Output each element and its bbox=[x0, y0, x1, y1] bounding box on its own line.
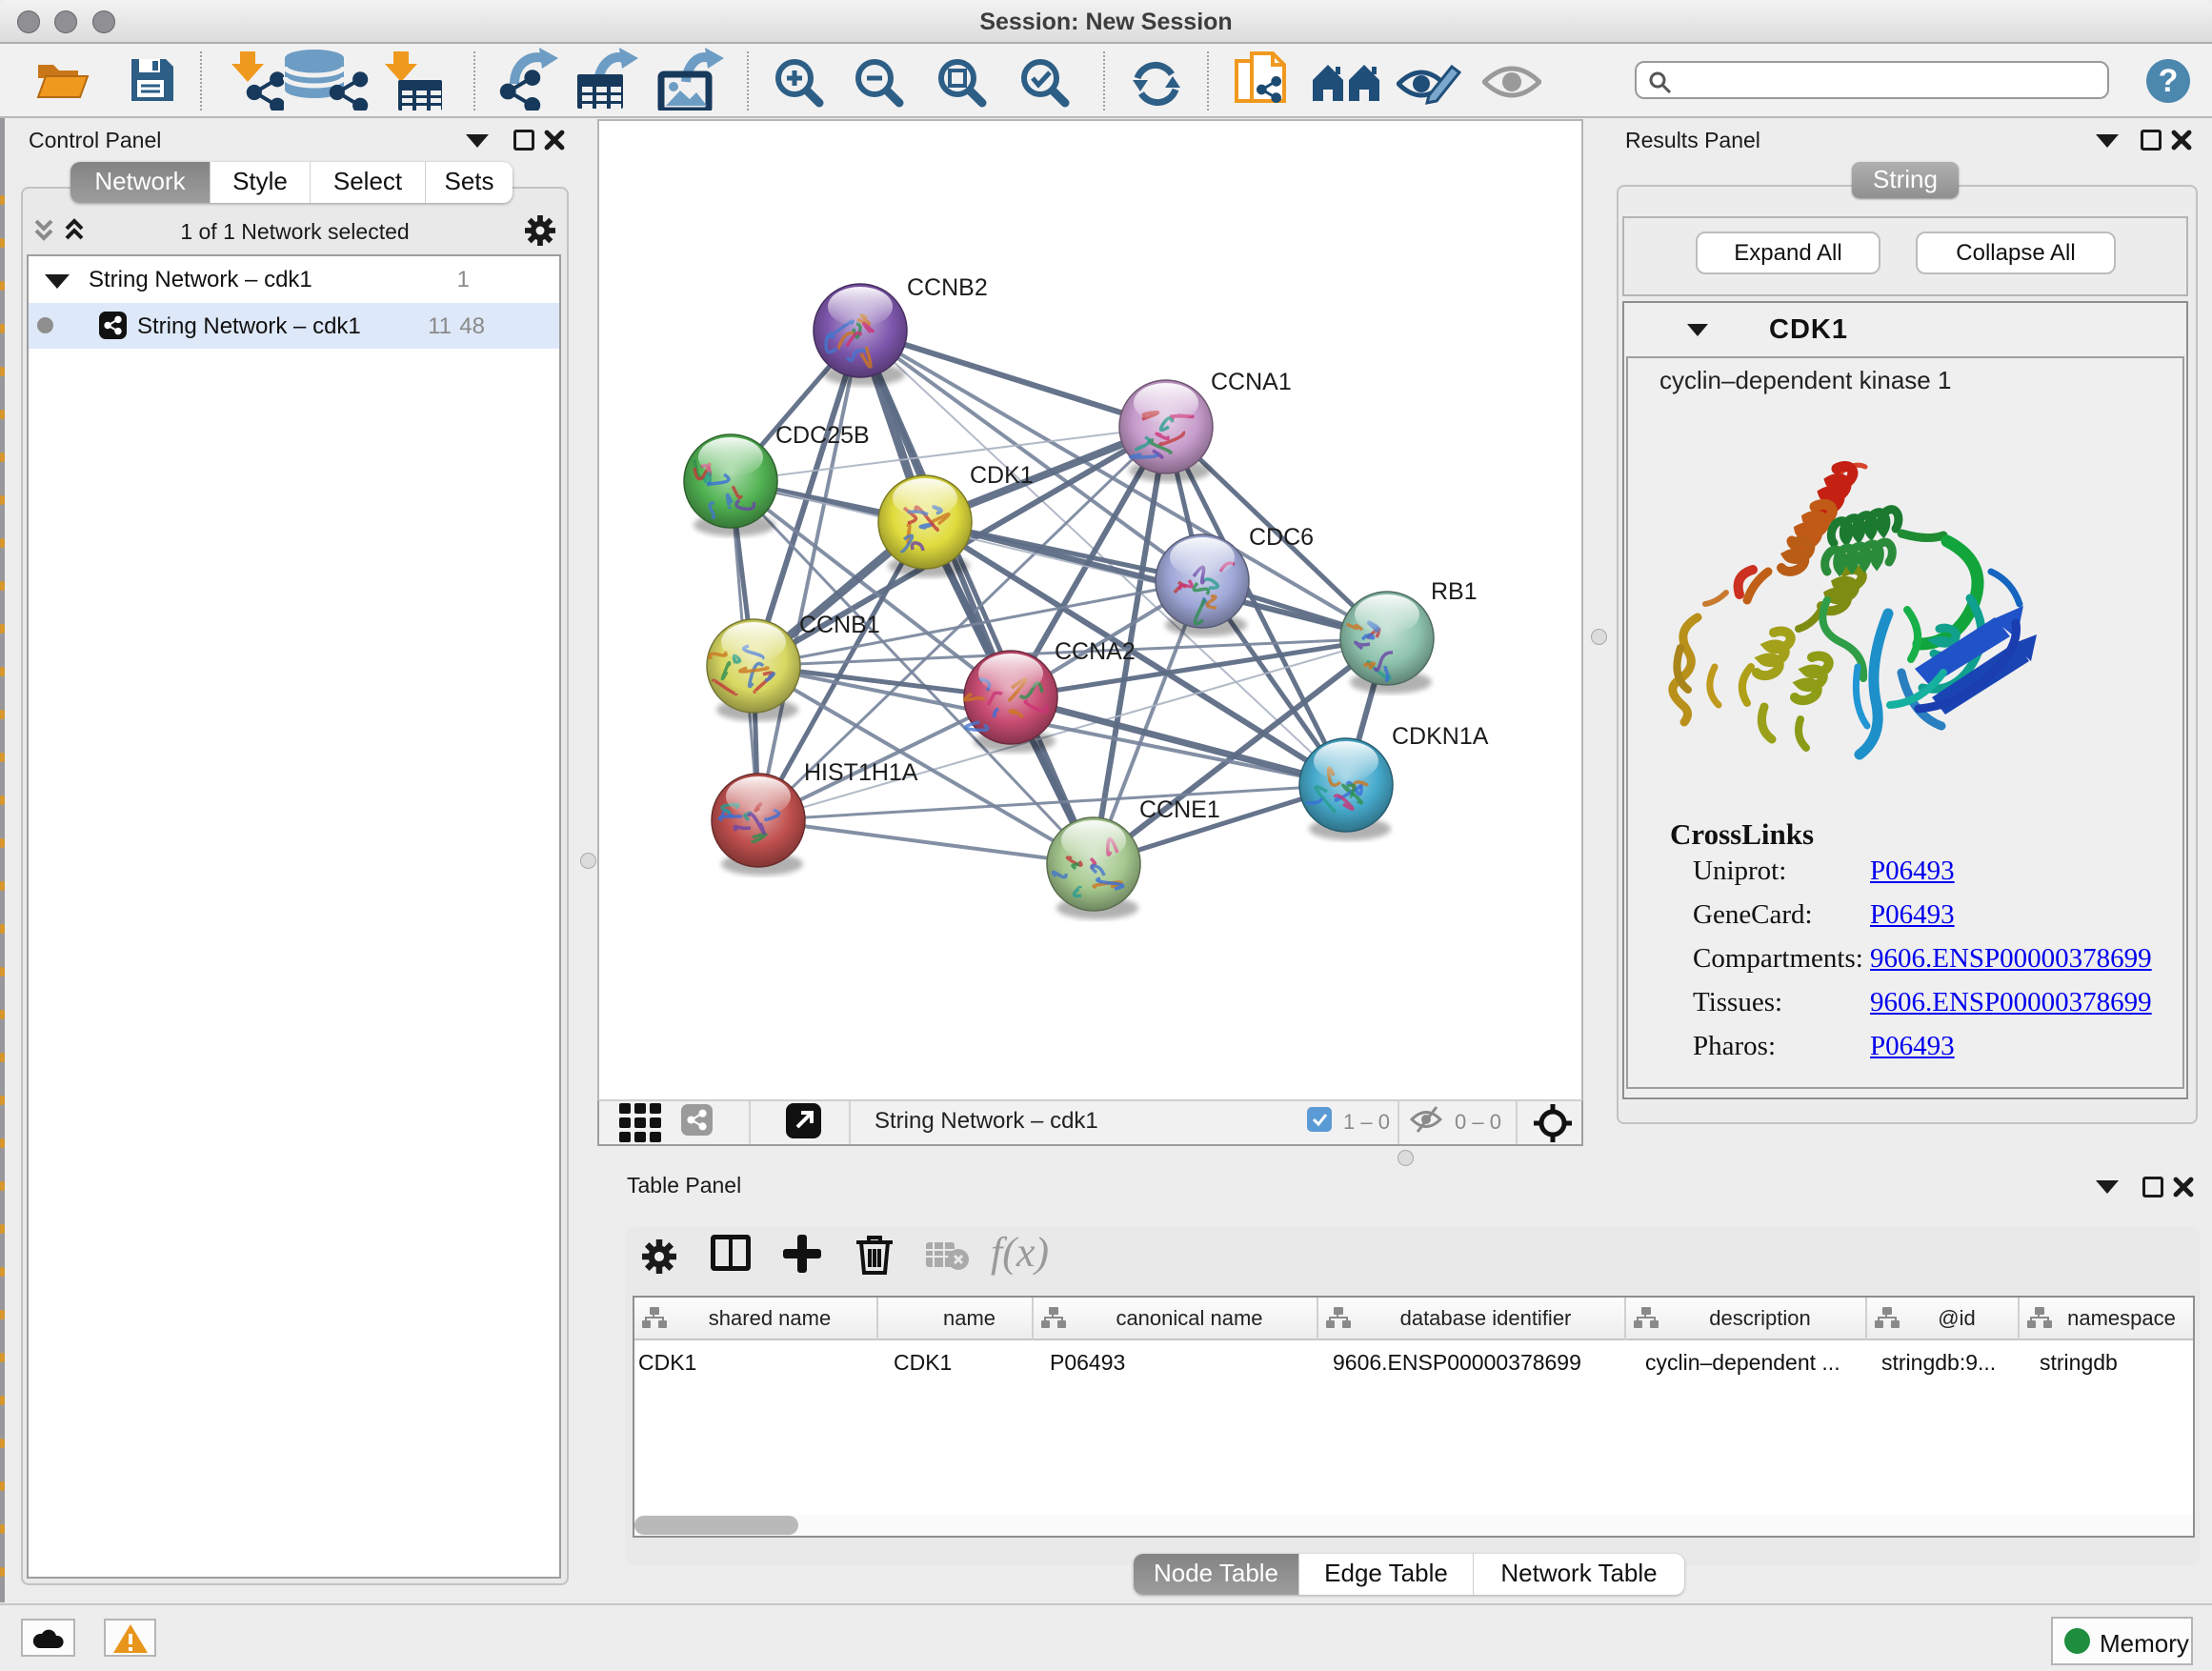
svg-text:CDK1: CDK1 bbox=[970, 462, 1034, 489]
svg-text:CCNE1: CCNE1 bbox=[1139, 796, 1220, 823]
svg-text:CDKN1A: CDKN1A bbox=[1392, 723, 1489, 750]
svg-text:CDC25B: CDC25B bbox=[775, 422, 870, 449]
svg-text:CCNA2: CCNA2 bbox=[1055, 638, 1136, 665]
svg-text:CDC6: CDC6 bbox=[1249, 524, 1314, 551]
svg-text:RB1: RB1 bbox=[1431, 578, 1478, 605]
svg-text:CCNA1: CCNA1 bbox=[1211, 369, 1292, 395]
svg-text:HIST1H1A: HIST1H1A bbox=[804, 759, 918, 786]
svg-text:CCNB2: CCNB2 bbox=[907, 274, 988, 301]
svg-text:CCNB1: CCNB1 bbox=[799, 612, 880, 638]
